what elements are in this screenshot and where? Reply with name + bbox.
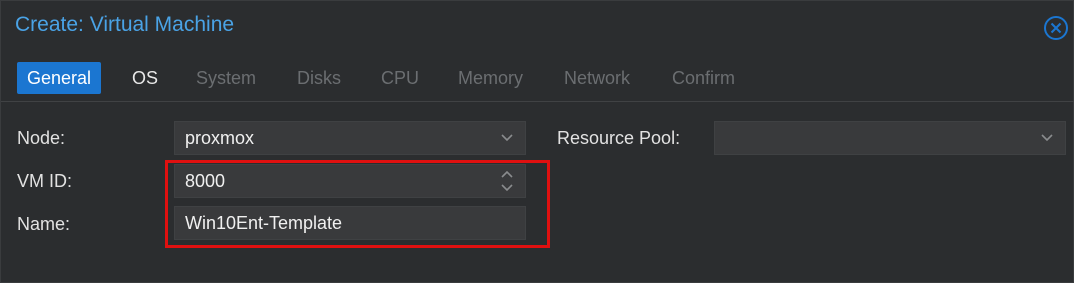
resource-pool-dropdown-trigger[interactable] [1035, 122, 1059, 154]
node-select[interactable]: proxmox [174, 121, 526, 155]
tab-confirm[interactable]: Confirm [662, 62, 745, 94]
close-icon [1044, 16, 1068, 40]
create-vm-dialog: Create: Virtual Machine General OS Syste… [0, 0, 1074, 283]
tab-disks[interactable]: Disks [287, 62, 351, 94]
title-bar: Create: Virtual Machine [1, 1, 1074, 53]
tab-general[interactable]: General [17, 62, 102, 94]
dialog-title: Create: Virtual Machine [15, 13, 235, 36]
name-label: Name: [17, 214, 71, 234]
vmid-label: VM ID: [17, 171, 73, 191]
tab-os[interactable]: OS [122, 62, 168, 94]
wizard-tabs: General OS System Disks CPU Memory Netwo… [1, 57, 1074, 101]
close-button[interactable] [1043, 15, 1069, 41]
tab-system[interactable]: System [186, 62, 266, 94]
tab-cpu[interactable]: CPU [371, 62, 429, 94]
node-label: Node: [17, 128, 66, 148]
tab-memory[interactable]: Memory [448, 62, 533, 94]
resource-pool-select[interactable] [714, 121, 1066, 155]
tab-network[interactable]: Network [554, 62, 640, 94]
tabs-divider [1, 101, 1074, 102]
chevron-down-icon [501, 134, 513, 142]
resource-pool-label: Resource Pool: [557, 128, 681, 148]
node-value: proxmox [185, 128, 255, 148]
annotation-highlight-box [165, 160, 550, 248]
chevron-down-icon [1041, 134, 1053, 142]
node-dropdown-trigger[interactable] [495, 122, 519, 154]
